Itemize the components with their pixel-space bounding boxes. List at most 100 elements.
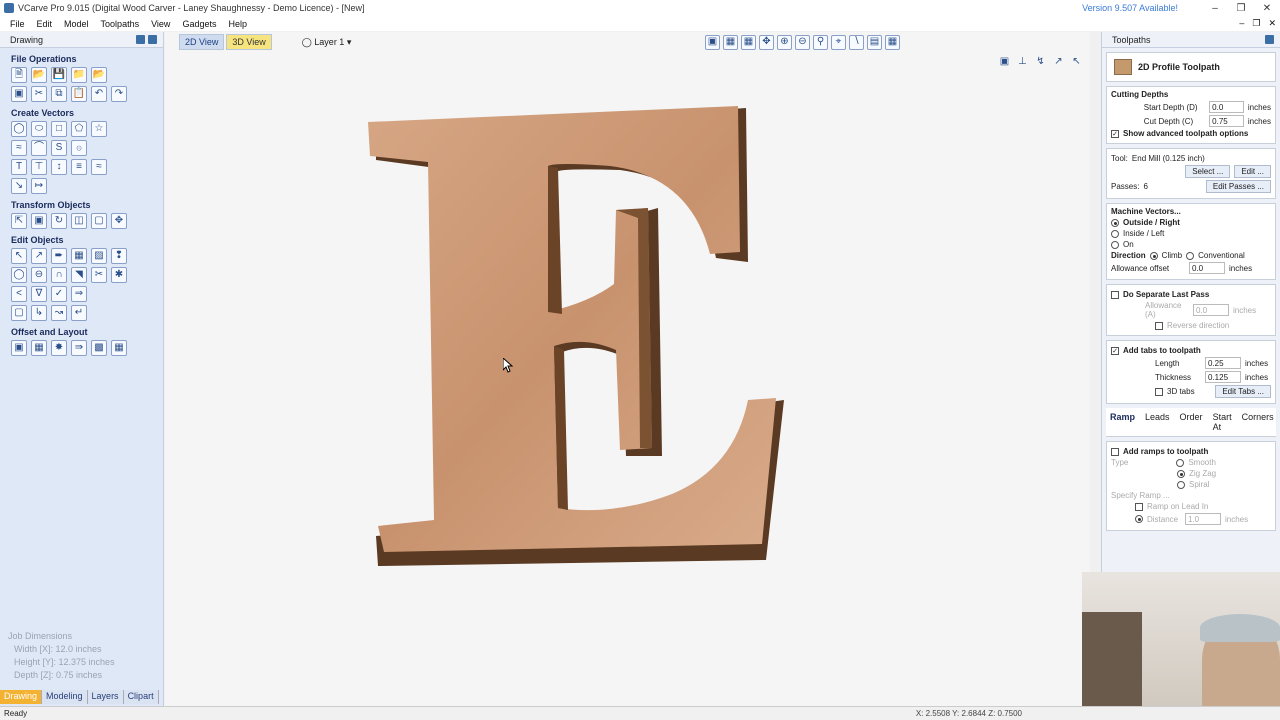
text-on-curve-icon[interactable]: ⊤: [31, 159, 47, 175]
tab-modeling[interactable]: Modeling: [42, 690, 88, 704]
allowance-field[interactable]: 0.0: [1189, 262, 1225, 274]
distort-icon[interactable]: ▢: [91, 213, 107, 229]
move-icon[interactable]: ⇱: [11, 213, 27, 229]
arrange-text-icon[interactable]: ≈: [91, 159, 107, 175]
on-radio[interactable]: [1111, 240, 1119, 249]
3d-tabs-checkbox[interactable]: [1155, 387, 1163, 396]
shape-icon[interactable]: ↦: [31, 178, 47, 194]
show-advanced-checkbox[interactable]: ✓: [1111, 129, 1119, 138]
minimize-icon[interactable]: –: [1202, 3, 1228, 14]
update-link[interactable]: Version 9.507 Available!: [1082, 3, 1178, 13]
nest-icon[interactable]: ↵: [71, 305, 87, 321]
smooth-icon[interactable]: ✓: [51, 286, 67, 302]
add-ramps-checkbox[interactable]: [1111, 447, 1119, 456]
fit-curve-icon[interactable]: ↝: [51, 305, 67, 321]
subtab-order[interactable]: Order: [1180, 412, 1203, 432]
outside-radio[interactable]: [1111, 218, 1119, 227]
close-vector-icon[interactable]: ▢: [11, 305, 27, 321]
new-file-icon[interactable]: 🗎: [11, 67, 27, 83]
set-size-icon[interactable]: ▣: [31, 213, 47, 229]
menu-help[interactable]: Help: [228, 19, 247, 29]
tab-layers[interactable]: Layers: [87, 690, 124, 704]
tab-clipart[interactable]: Clipart: [123, 690, 159, 704]
import-bitmap-icon[interactable]: 📂: [91, 67, 107, 83]
align-icon[interactable]: ✥: [111, 213, 127, 229]
ellipse-icon[interactable]: ⬭: [31, 121, 47, 137]
ungroup-icon[interactable]: ▨: [91, 248, 107, 264]
menu-file[interactable]: File: [10, 19, 25, 29]
import-vectors-icon[interactable]: 📁: [71, 67, 87, 83]
polyline-icon[interactable]: ≈: [11, 140, 27, 156]
spiral-radio[interactable]: [1177, 480, 1185, 489]
select-icon[interactable]: ↖: [11, 248, 27, 264]
allowance-a-field[interactable]: 0.0: [1193, 304, 1229, 316]
open-file-icon[interactable]: 📂: [31, 67, 47, 83]
maximize-icon[interactable]: ❐: [1228, 3, 1254, 14]
menu-view[interactable]: View: [151, 19, 170, 29]
separate-last-pass-checkbox[interactable]: [1111, 290, 1119, 299]
circle-icon[interactable]: ◯: [11, 121, 27, 137]
menu-toolpaths[interactable]: Toolpaths: [101, 19, 140, 29]
auto-layout-text-icon[interactable]: ≡: [71, 159, 87, 175]
curve-icon[interactable]: S: [51, 140, 67, 156]
panel-menu-icon[interactable]: [1265, 35, 1274, 44]
circular-array-icon[interactable]: ✸: [51, 340, 67, 356]
redo-icon[interactable]: ↷: [111, 86, 127, 102]
offset-icon[interactable]: ▣: [11, 340, 27, 356]
doc-close-icon[interactable]: ✕: [1268, 18, 1276, 29]
length-field[interactable]: 0.25: [1205, 357, 1241, 369]
save-icon[interactable]: 💾: [51, 67, 67, 83]
zigzag-radio[interactable]: [1177, 469, 1185, 478]
menu-edit[interactable]: Edit: [37, 19, 53, 29]
trim-icon[interactable]: ❢: [111, 248, 127, 264]
text-icon[interactable]: T: [11, 159, 27, 175]
select-tool-button[interactable]: Select ...: [1185, 165, 1231, 178]
curve-fit-icon[interactable]: ∇: [31, 286, 47, 302]
subtab-ramp[interactable]: Ramp: [1110, 412, 1135, 432]
array-copy-icon[interactable]: ▦: [31, 340, 47, 356]
doc-minimize-icon[interactable]: –: [1239, 18, 1244, 29]
rectangle-icon[interactable]: □: [51, 121, 67, 137]
weld-icon[interactable]: ◯: [11, 267, 27, 283]
subtab-leads[interactable]: Leads: [1145, 412, 1170, 432]
subtract-icon[interactable]: ⊖: [31, 267, 47, 283]
undo-icon[interactable]: ↶: [91, 86, 107, 102]
cut-vectors-icon[interactable]: ✂: [91, 267, 107, 283]
menu-model[interactable]: Model: [64, 19, 89, 29]
edit-passes-button[interactable]: Edit Passes ...: [1205, 180, 1271, 193]
cut-icon[interactable]: ✂: [31, 86, 47, 102]
spiral-icon[interactable]: ۞: [71, 140, 87, 156]
dimension-icon[interactable]: ↕: [51, 159, 67, 175]
arc-icon[interactable]: ⌒: [31, 140, 47, 156]
edit-tabs-button[interactable]: Edit Tabs ...: [1215, 385, 1271, 398]
polygon-icon[interactable]: ⬠: [71, 121, 87, 137]
intersect-icon[interactable]: ∩: [51, 267, 67, 283]
close-icon[interactable]: ✕: [1254, 3, 1280, 14]
add-tabs-checkbox[interactable]: ✓: [1111, 346, 1119, 355]
panel-menu-icon[interactable]: [136, 35, 145, 44]
node-edit-icon[interactable]: ↗: [31, 248, 47, 264]
doc-restore-icon[interactable]: ❐: [1252, 18, 1260, 29]
smooth-radio[interactable]: [1176, 458, 1185, 467]
3d-viewport[interactable]: 2D View 3D View ◯ Layer 1 ▾ ▣ ▦ ▦ ✥ ⊕ ⊖ …: [165, 32, 1090, 706]
subtab-corners[interactable]: Corners: [1242, 412, 1274, 432]
distance-radio[interactable]: [1135, 515, 1143, 523]
group-icon[interactable]: ▦: [71, 248, 87, 264]
subtab-start-at[interactable]: Start At: [1213, 412, 1232, 432]
start-depth-field[interactable]: 0.0: [1209, 101, 1244, 113]
star-icon[interactable]: ☆: [91, 121, 107, 137]
join-open-icon[interactable]: ↳: [31, 305, 47, 321]
interactive-select-icon[interactable]: ➨: [51, 248, 67, 264]
inside-radio[interactable]: [1111, 229, 1119, 238]
line-tool-icon[interactable]: <: [11, 286, 27, 302]
ramp-on-lead-checkbox[interactable]: [1135, 502, 1143, 511]
join-icon[interactable]: ✱: [111, 267, 127, 283]
reverse-direction-checkbox[interactable]: [1155, 321, 1163, 330]
nesting-icon[interactable]: ▩: [91, 340, 107, 356]
extend-icon[interactable]: ⇒: [71, 286, 87, 302]
tab-drawing[interactable]: Drawing: [0, 690, 43, 704]
cut-depth-field[interactable]: 0.75: [1209, 115, 1244, 127]
copy-icon[interactable]: ⧉: [51, 86, 67, 102]
climb-radio[interactable]: [1149, 251, 1158, 260]
fillet-icon[interactable]: ◥: [71, 267, 87, 283]
